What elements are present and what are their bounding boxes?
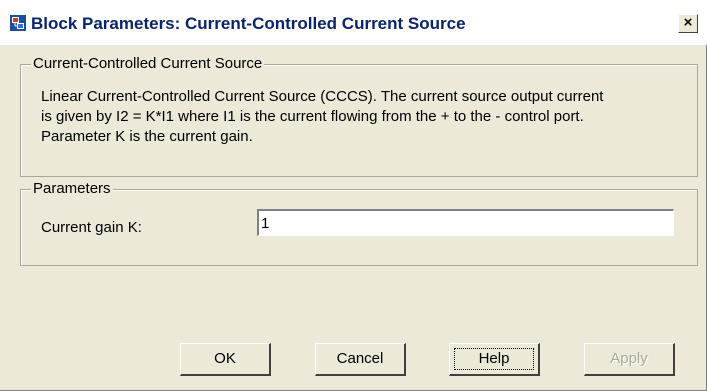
current-gain-label: Current gain K: xyxy=(41,219,142,236)
description-line: Parameter K is the current gain. xyxy=(41,128,253,145)
description-group-legend: Current-Controlled Current Source xyxy=(31,55,265,72)
description-group: Current-Controlled Current Source Linear… xyxy=(20,55,698,177)
ok-button-label: OK xyxy=(214,350,236,367)
current-gain-input[interactable] xyxy=(257,209,674,236)
help-button-label: Help xyxy=(478,350,510,367)
cancel-button-label: Cancel xyxy=(336,350,384,367)
parameters-group: Parameters Current gain K: xyxy=(20,180,698,266)
apply-button[interactable]: Apply xyxy=(584,343,675,376)
window-title: Block Parameters: Current-Controlled Cur… xyxy=(31,14,466,33)
close-button[interactable]: × xyxy=(678,14,698,33)
close-icon: × xyxy=(683,14,693,31)
description-line: Linear Current-Controlled Current Source… xyxy=(41,88,604,105)
apply-button-label: Apply xyxy=(610,350,648,367)
simulink-block-icon xyxy=(10,15,26,31)
block-parameters-dialog: Block Parameters: Current-Controlled Cur… xyxy=(0,0,707,391)
block-description: Linear Current-Controlled Current Source… xyxy=(41,87,681,147)
parameters-group-legend: Parameters xyxy=(31,180,113,197)
title-bar[interactable]: Block Parameters: Current-Controlled Cur… xyxy=(0,0,707,45)
description-line: is given by I2 = K*I1 where I1 is the cu… xyxy=(41,108,584,125)
ok-button[interactable]: OK xyxy=(180,343,271,376)
help-button[interactable]: Help xyxy=(449,343,540,376)
cancel-button[interactable]: Cancel xyxy=(315,343,406,376)
